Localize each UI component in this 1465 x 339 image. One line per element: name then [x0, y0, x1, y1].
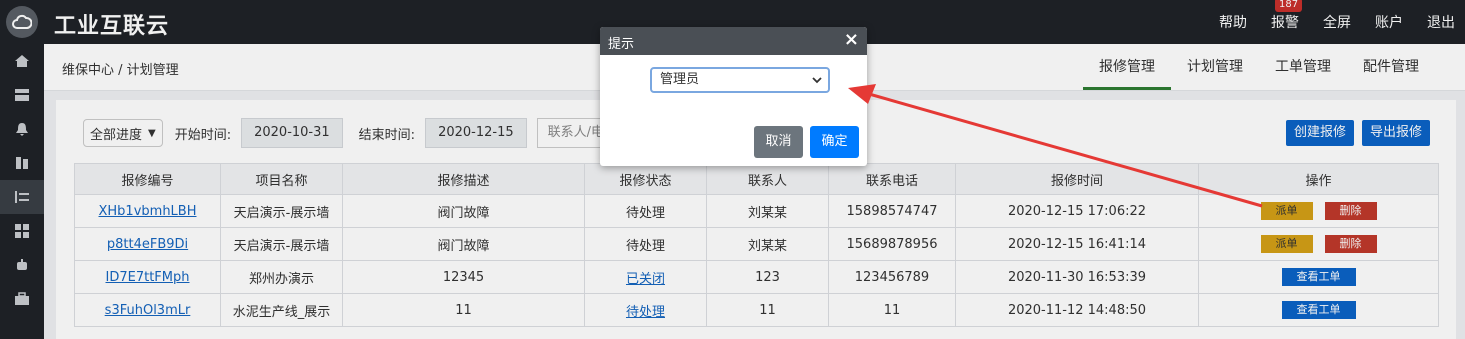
annotation-arrow — [848, 84, 1263, 208]
